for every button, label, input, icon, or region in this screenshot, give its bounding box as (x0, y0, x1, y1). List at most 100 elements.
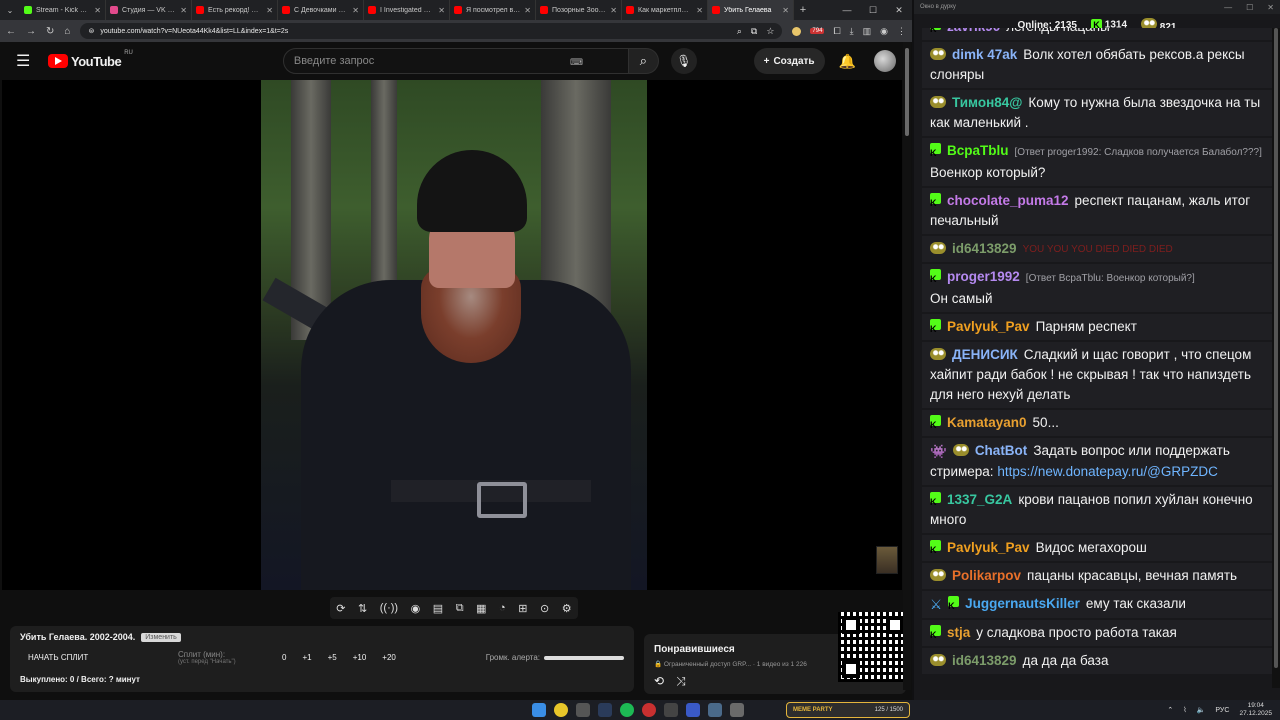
browser-tab[interactable]: Убить Гелаева ✕ (708, 0, 794, 20)
avatar[interactable] (874, 50, 896, 72)
thumbnail-preview[interactable] (876, 546, 898, 574)
clock[interactable]: 19:04 27.12.2025 (1239, 702, 1272, 718)
pip-icon[interactable]: ⧉ (456, 602, 464, 615)
stepper-button[interactable]: 0 (282, 653, 286, 662)
chat-nick[interactable]: zavrik90 (947, 28, 1000, 34)
chat-nick[interactable]: Polikarpov (952, 568, 1021, 583)
tab-close-icon[interactable]: ✕ (352, 6, 359, 15)
chat-scrollbar[interactable] (1272, 28, 1280, 688)
browser-tab[interactable]: С Девочками Бол ✕ (278, 0, 364, 20)
chat-nick[interactable]: chocolate_puma12 (947, 193, 1069, 208)
sidebar-icon[interactable]: ▥ (863, 26, 872, 37)
page-scrollbar[interactable] (903, 42, 911, 690)
zoom-icon[interactable]: ⌕ (737, 26, 742, 37)
new-tab-button[interactable]: + (794, 4, 812, 16)
tab-close-icon[interactable]: ✕ (524, 6, 531, 15)
stepper-button[interactable]: +1 (302, 653, 311, 662)
media-player-icon[interactable] (686, 703, 700, 717)
browser-tab[interactable]: I Investigated Mirro ✕ (364, 0, 450, 20)
scrollbar-thumb[interactable] (905, 48, 909, 136)
steam-icon[interactable] (598, 703, 612, 717)
chat-nick[interactable]: id6413829 (952, 653, 1017, 668)
file-explorer-icon[interactable] (576, 703, 590, 717)
alert-volume-slider[interactable] (544, 655, 624, 660)
microphone-icon[interactable]: 🎙 (670, 48, 697, 74)
stepper-button[interactable]: +10 (353, 653, 367, 662)
broadcast-icon[interactable]: ((·)) (380, 602, 398, 614)
language-indicator[interactable]: РУС (1215, 707, 1229, 714)
chrome-icon[interactable] (554, 703, 568, 717)
tray-chevron-icon[interactable]: ⌃ (1167, 706, 1173, 714)
sort-icon[interactable]: ⇅ (358, 602, 367, 615)
browser-tab[interactable]: Как маркетплейсы ✕ (622, 0, 708, 20)
home-icon[interactable]: ⌂ (64, 26, 70, 37)
tab-close-icon[interactable]: ✕ (696, 6, 703, 15)
tab-close-icon[interactable]: ✕ (180, 6, 187, 15)
loop-icon[interactable]: ⟳ (336, 602, 345, 615)
site-info-icon[interactable]: ⊜ (88, 27, 94, 35)
browser-tab[interactable]: Студия — VK Видео✕ (106, 0, 192, 20)
browser-tab[interactable]: Позорные Зоозащ ✕ (536, 0, 622, 20)
browser-tab[interactable]: Я посмотрел все о✕ (450, 0, 536, 20)
film-icon[interactable]: ▤ (433, 602, 443, 615)
minimize-icon[interactable]: — (834, 5, 860, 16)
puzzle-icon[interactable]: ⧠ (833, 26, 840, 37)
install-icon[interactable]: ⧉ (751, 26, 757, 37)
close-icon[interactable]: ✕ (1267, 3, 1274, 12)
maximize-icon[interactable]: ☐ (860, 5, 886, 16)
reload-icon[interactable]: ↻ (46, 26, 54, 37)
chat-nick[interactable]: ДЕНИСИК (952, 347, 1018, 362)
app-icon[interactable] (730, 703, 744, 717)
chat-scrollbar-thumb[interactable] (1274, 28, 1278, 668)
maximize-icon[interactable]: ☐ (1246, 3, 1253, 12)
chat-nick[interactable]: proger1992 (947, 269, 1020, 284)
settings-gear-icon[interactable]: ⚙ (562, 602, 572, 615)
tab-close-icon[interactable]: ✕ (610, 6, 617, 15)
chat-nick[interactable]: JuggernautsKiller (965, 596, 1080, 611)
tab-close-icon[interactable]: ✕ (782, 6, 789, 15)
hamburger-menu-icon[interactable]: ☰ (16, 51, 44, 71)
chat-nick[interactable]: stja (947, 625, 970, 640)
back-icon[interactable]: ← (6, 26, 16, 37)
extension-badge[interactable]: 794 (810, 28, 825, 34)
tab-close-icon[interactable]: ✕ (438, 6, 445, 15)
chat-nick[interactable]: dimk 47ak (952, 47, 1017, 62)
chat-nick[interactable]: BcpaTblu (947, 143, 1009, 158)
filmstrip-icon[interactable]: ▦ (476, 602, 486, 615)
stepper-button[interactable]: +20 (382, 653, 396, 662)
donate-link[interactable]: https://new.donatepay.ru/@GRPZDC (997, 464, 1218, 479)
chat-nick[interactable]: Тимон84@ (952, 95, 1022, 110)
obs-icon[interactable] (708, 703, 722, 717)
browser-tab[interactable]: Есть рекорд! Пере ✕ (192, 0, 278, 20)
youtube-logo[interactable]: YouTube RU (48, 50, 133, 69)
add-clip-icon[interactable]: ⊞ (518, 602, 527, 615)
create-button[interactable]: + Создать (753, 48, 825, 74)
repeat-icon[interactable]: ⟲ (654, 674, 664, 689)
download-icon[interactable]: ⤓ (850, 26, 854, 37)
tab-close-icon[interactable]: ✕ (94, 6, 101, 15)
chat-nick[interactable]: 1337_G2A (947, 492, 1012, 507)
stepper-button[interactable]: +5 (328, 653, 337, 662)
chat-nick[interactable]: ChatBot (975, 443, 1028, 458)
search-icon[interactable]: ⌕ (628, 48, 659, 74)
network-icon[interactable]: ⌇ (1183, 706, 1186, 714)
windows-start-icon[interactable] (532, 703, 546, 717)
bookmark-star-icon[interactable]: ☆ (766, 26, 774, 37)
opera-icon[interactable] (642, 703, 656, 717)
minimize-icon[interactable]: — (1224, 3, 1232, 12)
chat-nick[interactable]: Pavlyuk_Pav (947, 540, 1030, 555)
speed-icon[interactable]: ◔ (499, 602, 506, 614)
discord-icon[interactable] (664, 703, 678, 717)
url-field[interactable]: ⊜ youtube.com/watch?v=NUeota44Kk4&list=L… (80, 23, 783, 39)
extension-icon[interactable] (792, 26, 802, 36)
tab-close-icon[interactable]: ✕ (266, 6, 273, 15)
spotify-icon[interactable] (620, 703, 634, 717)
profile-icon[interactable]: ◉ (880, 26, 888, 37)
video-player[interactable] (2, 80, 902, 590)
forward-icon[interactable]: → (26, 26, 36, 37)
shuffle-icon[interactable]: ⤨ (676, 674, 686, 689)
start-split-button[interactable]: НАЧАТЬ СПЛИТ (28, 653, 178, 662)
chat-nick[interactable]: id6413829 (952, 241, 1017, 256)
tab-search-icon[interactable]: ⌄ (0, 6, 20, 15)
meme-party-widget[interactable]: MEME PARTY 125 / 1500 (786, 702, 910, 718)
